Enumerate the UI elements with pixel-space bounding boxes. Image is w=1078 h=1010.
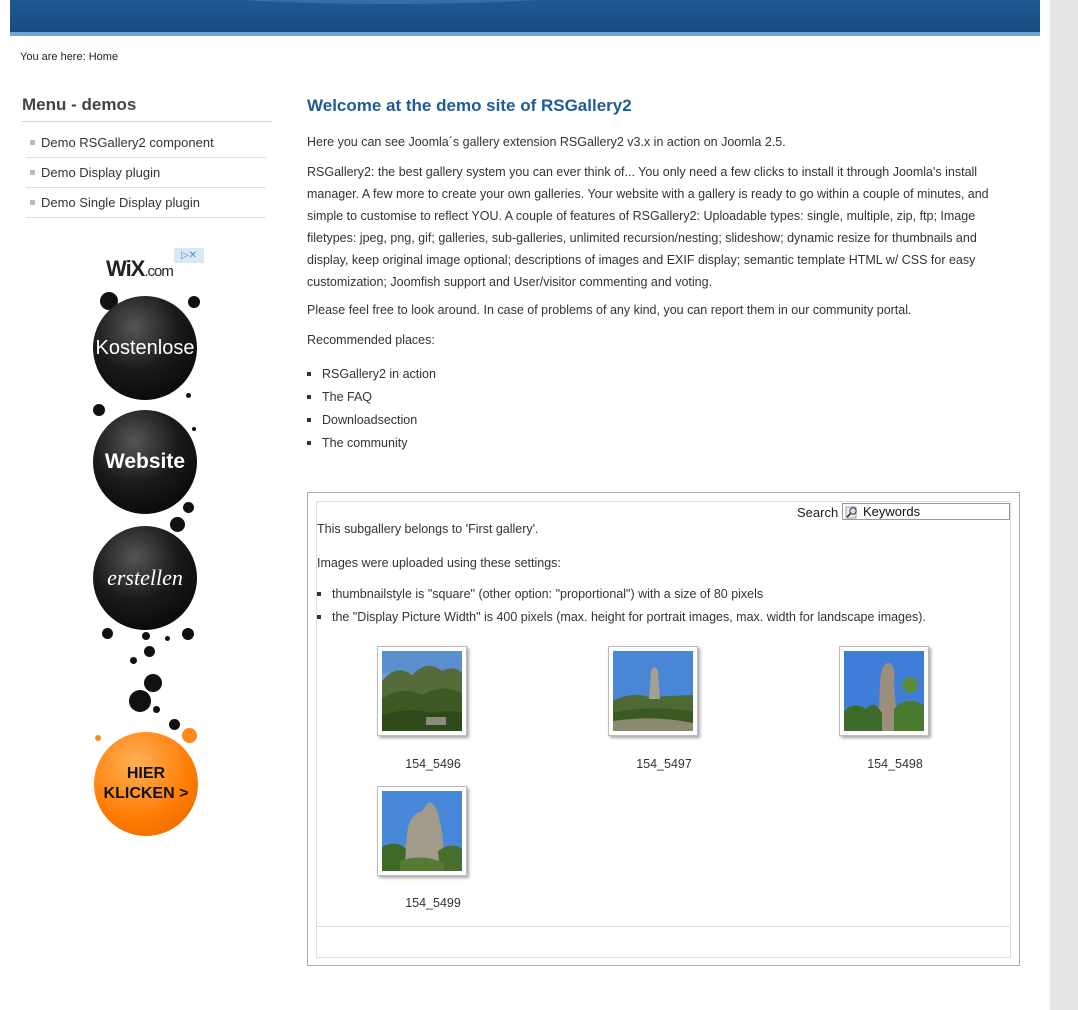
ad-ball-kostenlose: Kostenlose — [93, 296, 197, 400]
decorative-dot — [129, 690, 151, 712]
settings-list: thumbnailstyle is "square" (other option… — [317, 582, 926, 628]
list-item: Downloadsection — [307, 408, 436, 431]
settings-intro: Images were uploaded using these setting… — [317, 556, 561, 570]
decorative-dot — [183, 502, 194, 513]
list-item: The community — [307, 431, 436, 454]
list-item: The FAQ — [307, 385, 436, 408]
square-bullet-icon — [307, 394, 311, 399]
sidebar-item-label: Demo Single Display plugin — [41, 195, 200, 210]
header-divider — [10, 32, 1040, 36]
gallery-thumbnail[interactable] — [839, 646, 929, 736]
search-label: Search — [797, 505, 839, 520]
thumbnail-caption[interactable]: 154_5498 — [835, 757, 955, 771]
decorative-dot — [192, 427, 196, 431]
ad-cta-line-1: HIER — [126, 765, 166, 782]
sidebar-title: Menu - demos — [22, 95, 137, 114]
decorative-dot — [170, 517, 185, 532]
breadcrumb: You are here: Home — [20, 51, 118, 63]
decorative-dot — [93, 404, 105, 416]
square-bullet-icon — [307, 440, 311, 445]
ad-ball-website: Website — [93, 410, 197, 514]
recommended-places-list: RSGallery2 in action The FAQ Downloadsec… — [307, 362, 436, 454]
decorative-dot — [102, 628, 113, 639]
wix-brand: WiX — [106, 256, 145, 281]
sidebar-item-label: Demo Display plugin — [41, 165, 161, 180]
rock-spire-photo-image — [613, 651, 693, 731]
wix-brand-suffix: .com — [144, 263, 173, 280]
decorative-dot — [186, 393, 191, 398]
intro-text: Here you can see Joomla´s gallery extens… — [307, 135, 786, 149]
square-bullet-icon — [307, 371, 311, 376]
sidebar-menu: Demo RSGallery2 component Demo Display p… — [26, 128, 266, 218]
gallery-thumbnail[interactable] — [608, 646, 698, 736]
place-link[interactable]: The community — [322, 436, 407, 450]
sidebar-item-demo-component[interactable]: Demo RSGallery2 component — [26, 128, 266, 158]
header-banner — [10, 0, 1040, 32]
list-item: thumbnailstyle is "square" (other option… — [317, 582, 926, 605]
scrollbar[interactable] — [1050, 0, 1078, 1010]
decorative-dot — [153, 706, 160, 713]
square-bullet-icon — [30, 140, 35, 145]
place-link[interactable]: The FAQ — [322, 390, 372, 404]
gallery-thumbnail[interactable] — [377, 786, 467, 876]
search-input[interactable] — [842, 503, 1010, 520]
decorative-dot — [142, 632, 150, 640]
ad-cta-button[interactable]: HIER KLICKEN > — [94, 732, 198, 836]
list-item: the "Display Picture Width" is 400 pixel… — [317, 605, 926, 628]
thumbnail-caption[interactable]: 154_5499 — [373, 896, 493, 910]
square-bullet-icon — [317, 591, 321, 596]
feedback-text: Please feel free to look around. In case… — [307, 303, 912, 317]
decorative-dot — [165, 636, 170, 641]
place-link[interactable]: RSGallery2 in action — [322, 367, 436, 381]
decorative-dot — [182, 628, 194, 640]
ad-choices-icon[interactable]: ▷✕ — [174, 248, 204, 263]
decorative-dot — [144, 674, 162, 692]
decorative-dot — [188, 296, 200, 308]
page-title: Welcome at the demo site of RSGallery2 — [307, 96, 632, 115]
breadcrumb-home-link[interactable]: Home — [89, 51, 118, 63]
square-bullet-icon — [307, 417, 311, 422]
sidebar-item-label: Demo RSGallery2 component — [41, 135, 214, 150]
square-bullet-icon — [317, 614, 321, 619]
ad-cta-line-2: KLICKEN > — [103, 785, 189, 802]
wix-logo: WiX.com — [106, 256, 174, 282]
decorative-dot — [169, 719, 180, 730]
setting-text: the "Display Picture Width" is 400 pixel… — [332, 609, 926, 624]
decorative-dot — [182, 728, 197, 743]
gallery-thumbnail[interactable] — [377, 646, 467, 736]
wix-advertisement[interactable]: ▷✕ WiX.com Kostenlose Website erstellen … — [92, 246, 210, 846]
square-bullet-icon — [30, 170, 35, 175]
sidebar-item-demo-single-display-plugin[interactable]: Demo Single Display plugin — [26, 188, 266, 218]
rock-tower-photo-image — [844, 651, 924, 731]
breadcrumb-prefix: You are here: — [20, 51, 86, 63]
subgallery-note: This subgallery belongs to 'First galler… — [317, 522, 539, 536]
ad-ball-erstellen: erstellen — [93, 526, 197, 630]
thumbnail-caption[interactable]: 154_5496 — [373, 757, 493, 771]
decorative-dot — [144, 646, 155, 657]
square-bullet-icon — [30, 200, 35, 205]
recommended-label: Recommended places: — [307, 333, 435, 347]
landscape-photo-image — [382, 651, 462, 731]
gallery-footer-divider — [317, 926, 1010, 927]
thumbnail-caption[interactable]: 154_5497 — [604, 757, 724, 771]
setting-text: thumbnailstyle is "square" (other option… — [332, 586, 764, 601]
sidebar-divider — [22, 121, 272, 122]
search-icon — [845, 506, 857, 519]
list-item: RSGallery2 in action — [307, 362, 436, 385]
sidebar-item-demo-display-plugin[interactable]: Demo Display plugin — [26, 158, 266, 188]
decorative-dot — [95, 735, 101, 741]
cliff-photo-image — [382, 791, 462, 871]
decorative-dot — [130, 657, 137, 664]
place-link[interactable]: Downloadsection — [322, 413, 417, 427]
description-text: RSGallery2: the best gallery system you … — [307, 165, 989, 289]
